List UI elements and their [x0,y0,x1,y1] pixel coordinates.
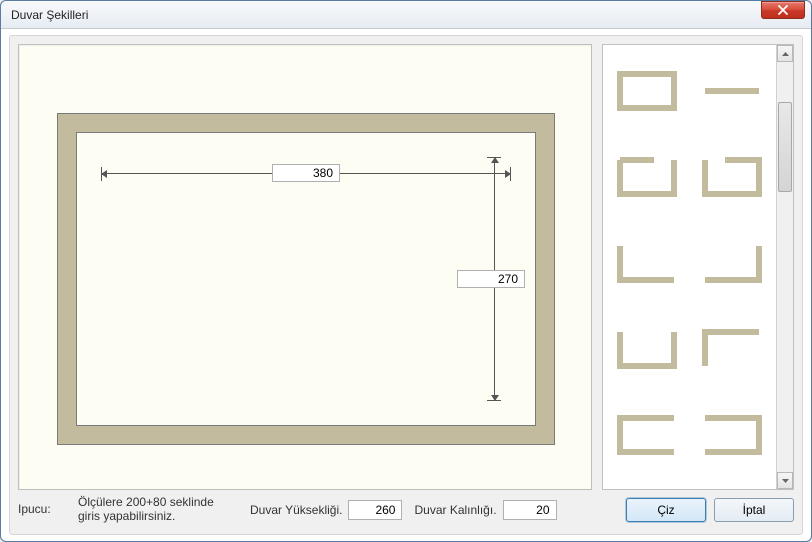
window-title: Duvar Şekilleri [11,8,761,22]
wall-shape-inner [76,132,536,426]
shapes-scrollbar[interactable] [776,45,793,489]
shape-open-tr[interactable] [609,139,686,215]
wall-height-label: Duvar Yüksekliği. [250,503,342,517]
chevron-down-icon [781,478,790,484]
width-input[interactable] [272,164,340,182]
shape-u-open-top[interactable] [609,311,686,387]
draw-button[interactable]: Çiz [626,498,706,522]
chevron-up-icon [781,51,790,57]
scroll-down-button[interactable] [777,472,793,489]
scroll-up-button[interactable] [777,45,793,62]
scroll-thumb[interactable] [778,102,792,192]
hint-text: Ölçülere 200+80 seklinde giris yapabilir… [78,496,238,524]
wall-thickness-field: Duvar Kalınlığı. [414,500,556,520]
shape-closed-rect[interactable] [609,53,686,129]
titlebar[interactable]: Duvar Şekilleri [1,1,811,29]
wall-height-field: Duvar Yüksekliği. [250,500,402,520]
dialog-window: Duvar Şekilleri [0,0,812,542]
hint-label: Ipucu: [18,503,66,517]
shape-l-tr[interactable] [694,311,771,387]
wall-thickness-input[interactable] [503,500,557,520]
shapes-scroll-area[interactable] [603,45,776,489]
preview-canvas [18,44,592,490]
shape-single-line[interactable] [694,53,771,129]
close-button[interactable] [761,1,805,19]
shape-l-br[interactable] [694,225,771,301]
content-frame: Ipucu: Ölçülere 200+80 seklinde giris ya… [9,35,803,535]
cancel-button[interactable]: İptal [714,498,794,522]
shape-l-bl[interactable] [609,225,686,301]
shapes-grid [609,53,770,473]
shape-c-open-right[interactable] [609,397,686,473]
wall-thickness-label: Duvar Kalınlığı. [414,503,496,517]
shape-c-open-left[interactable] [694,397,771,473]
wall-height-input[interactable] [348,500,402,520]
wall-shape-outer [57,113,555,445]
shape-open-tl[interactable] [694,139,771,215]
scroll-track[interactable] [777,62,793,472]
shapes-panel [602,44,794,490]
close-icon [777,5,789,15]
dialog-buttons: Çiz İptal [626,498,794,522]
footer-bar: Ipucu: Ölçülere 200+80 seklinde giris ya… [18,494,794,526]
client-area: Ipucu: Ölçülere 200+80 seklinde giris ya… [1,29,811,541]
height-input[interactable] [457,270,525,288]
